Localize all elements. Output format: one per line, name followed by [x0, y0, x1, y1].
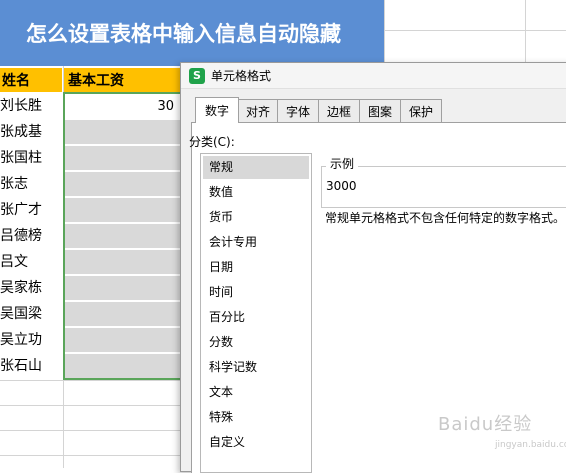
name-cell[interactable]: 吕文: [0, 249, 62, 273]
baidu-watermark: Baidu经验: [438, 414, 533, 435]
grid-row-line: [0, 380, 184, 381]
category-item-general[interactable]: 常规: [203, 156, 309, 179]
name-cell[interactable]: 张国柱: [0, 145, 62, 169]
salary-cell[interactable]: [64, 354, 180, 378]
grid-row-line: [0, 405, 184, 406]
salary-cell[interactable]: [64, 328, 180, 352]
tab-pattern[interactable]: 图案: [359, 99, 401, 123]
category-item-fraction[interactable]: 分数: [203, 331, 309, 354]
header-name[interactable]: 姓名: [0, 68, 62, 92]
sheet-title[interactable]: 怎么设置表格中输入信息自动隐藏: [0, 0, 384, 66]
salary-cell[interactable]: [64, 224, 180, 248]
salary-cell[interactable]: [64, 146, 180, 170]
tab-alignment[interactable]: 对齐: [238, 99, 278, 123]
tab-border[interactable]: 边框: [318, 99, 360, 123]
sample-group: [321, 166, 566, 208]
category-item-number[interactable]: 数值: [203, 181, 309, 204]
category-item-custom[interactable]: 自定义: [203, 431, 309, 454]
category-item-date[interactable]: 日期: [203, 256, 309, 279]
category-label: 分类(C):: [189, 135, 235, 149]
name-cell[interactable]: 张成基: [0, 119, 62, 143]
format-description: 常规单元格格式不包含任何特定的数字格式。: [325, 211, 566, 225]
tab-protection[interactable]: 保护: [400, 99, 442, 123]
dialog-titlebar[interactable]: S 单元格格式: [181, 63, 566, 89]
category-item-scientific[interactable]: 科学记数: [203, 356, 309, 379]
name-cell[interactable]: 张石山: [0, 353, 62, 377]
tab-strip: 数字 对齐 字体 边框 图案 保护: [195, 97, 442, 123]
category-item-time[interactable]: 时间: [203, 281, 309, 304]
category-item-special[interactable]: 特殊: [203, 406, 309, 429]
sample-value: 3000: [326, 179, 357, 193]
grid-row-line: [0, 455, 184, 456]
salary-cell[interactable]: [64, 302, 180, 326]
salary-cell[interactable]: [64, 198, 180, 222]
name-cell[interactable]: 吴家栋: [0, 275, 62, 299]
dialog-title: 单元格格式: [211, 69, 272, 83]
category-item-percentage[interactable]: 百分比: [203, 306, 309, 329]
salary-cell[interactable]: 30: [64, 94, 180, 118]
wps-app-icon: S: [189, 67, 205, 84]
salary-cell[interactable]: [64, 250, 180, 274]
grid-row-line: [384, 30, 566, 31]
tab-number[interactable]: 数字: [195, 97, 239, 123]
name-cell[interactable]: 吕德榜: [0, 223, 62, 247]
category-item-currency[interactable]: 货币: [203, 206, 309, 229]
grid-row-line: [0, 430, 184, 431]
salary-cell[interactable]: [64, 120, 180, 144]
baidu-watermark-url: jingyan.baidu.com: [495, 440, 566, 450]
salary-cell[interactable]: [64, 276, 180, 300]
name-cell[interactable]: 张广才: [0, 197, 62, 221]
category-list[interactable]: 常规 数值 货币 会计专用 日期 时间 百分比 分数 科学记数 文本 特殊 自定…: [200, 153, 312, 473]
name-cell[interactable]: 张志: [0, 171, 62, 195]
sample-label: 示例: [326, 155, 359, 172]
header-salary[interactable]: 基本工资: [64, 68, 180, 92]
name-cell[interactable]: 吴国梁: [0, 301, 62, 325]
name-cell[interactable]: 刘长胜: [0, 93, 62, 117]
category-item-accounting[interactable]: 会计专用: [203, 231, 309, 254]
name-cell[interactable]: 吴立功: [0, 327, 62, 351]
salary-cell[interactable]: [64, 172, 180, 196]
category-item-text[interactable]: 文本: [203, 381, 309, 404]
tab-font[interactable]: 字体: [277, 99, 319, 123]
